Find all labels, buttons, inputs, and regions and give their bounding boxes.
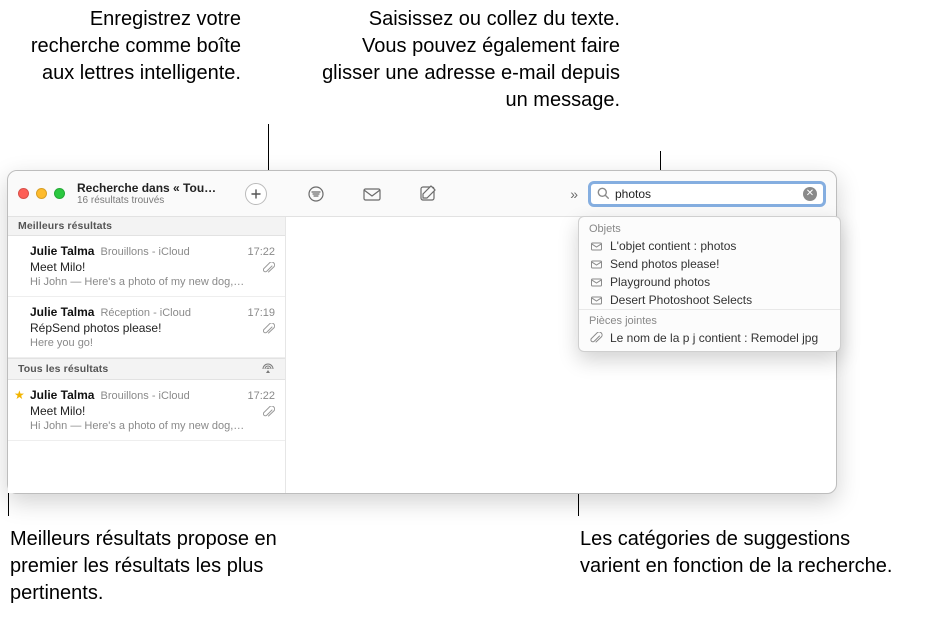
envelope-icon xyxy=(589,258,603,271)
minimize-icon[interactable] xyxy=(36,188,47,199)
overflow-icon[interactable]: » xyxy=(570,186,578,202)
subject-label: Meet Milo! xyxy=(30,404,275,418)
callout-categories: Les catégories de suggestions varient en… xyxy=(580,526,900,580)
zoom-icon[interactable] xyxy=(54,188,65,199)
search-icon xyxy=(597,187,610,200)
search-field[interactable]: ✕ xyxy=(588,181,826,207)
envelope-icon xyxy=(589,294,603,307)
filter-icon[interactable] xyxy=(305,183,327,205)
compose-icon[interactable] xyxy=(417,183,439,205)
star-icon: ★ xyxy=(14,388,25,402)
attachment-icon xyxy=(263,406,275,418)
results-list: Meilleurs résultats Julie Talma Brouillo… xyxy=(8,217,286,493)
envelope-icon[interactable] xyxy=(361,183,383,205)
titlebar: Recherche dans « Tou… 16 résultats trouv… xyxy=(8,171,836,217)
section-best-results: Meilleurs résultats xyxy=(8,217,285,236)
suggestion-label: Le nom de la p j contient : Remodel jpg xyxy=(610,331,818,345)
suggestion-item[interactable]: L'objet contient : photos xyxy=(579,237,840,255)
suggestions-section-attachments: Pièces jointes xyxy=(579,309,840,329)
traffic-lights[interactable] xyxy=(18,188,77,199)
suggestions-section-objects: Objets xyxy=(579,217,840,237)
paperclip-icon xyxy=(589,332,603,345)
search-input[interactable] xyxy=(615,187,803,201)
section-label: Tous les résultats xyxy=(18,363,108,375)
window-subtitle: 16 résultats trouvés xyxy=(77,195,237,206)
window-title: Recherche dans « Tou… xyxy=(77,181,237,195)
callout-smart-mailbox: Enregistrez votre recherche comme boîte … xyxy=(0,6,241,87)
source-label: Brouillons - iCloud xyxy=(100,390,189,402)
suggestion-label: Desert Photoshoot Selects xyxy=(610,293,752,307)
callout-top-hits: Meilleurs résultats propose en premier l… xyxy=(10,526,315,607)
close-icon[interactable] xyxy=(18,188,29,199)
suggestion-label: Playground photos xyxy=(610,275,710,289)
time-label: 17:22 xyxy=(247,390,275,402)
envelope-icon xyxy=(589,240,603,253)
message-row[interactable]: Julie Talma Brouillons - iCloud 17:22 Me… xyxy=(8,236,285,297)
sender-name: Julie Talma xyxy=(30,244,94,258)
envelope-icon xyxy=(589,276,603,289)
preview-label: Here you go! xyxy=(30,337,275,349)
subject-label: RépSend photos please! xyxy=(30,321,275,335)
message-row[interactable]: Julie Talma Réception - iCloud 17:19 Rép… xyxy=(8,297,285,358)
preview-label: Hi John — Here's a photo of my new dog,… xyxy=(30,276,275,288)
mail-window: Recherche dans « Tou… 16 résultats trouv… xyxy=(7,170,837,494)
clear-search-button[interactable]: ✕ xyxy=(803,187,817,201)
airplay-icon[interactable] xyxy=(261,362,275,376)
message-row[interactable]: ★ Julie Talma Brouillons - iCloud 17:22 … xyxy=(8,380,285,441)
save-smart-mailbox-button[interactable] xyxy=(245,183,267,205)
time-label: 17:19 xyxy=(247,307,275,319)
suggestion-item[interactable]: Send photos please! xyxy=(579,255,840,273)
sender-name: Julie Talma xyxy=(30,305,94,319)
suggestion-label: Send photos please! xyxy=(610,257,719,271)
section-all-results: Tous les résultats xyxy=(8,358,285,380)
sender-name: Julie Talma xyxy=(30,388,94,402)
source-label: Brouillons - iCloud xyxy=(100,246,189,258)
suggestion-item[interactable]: Playground photos xyxy=(579,273,840,291)
source-label: Réception - iCloud xyxy=(100,307,191,319)
time-label: 17:22 xyxy=(247,246,275,258)
section-label: Meilleurs résultats xyxy=(18,220,112,232)
attachment-icon xyxy=(263,323,275,335)
subject-label: Meet Milo! xyxy=(30,260,275,274)
suggestion-label: L'objet contient : photos xyxy=(610,239,736,253)
suggestion-item[interactable]: Le nom de la p j contient : Remodel jpg xyxy=(579,329,840,347)
attachment-icon xyxy=(263,262,275,274)
suggestion-item[interactable]: Desert Photoshoot Selects xyxy=(579,291,840,309)
callout-search-hint: Saisissez ou collez du texte. Vous pouve… xyxy=(300,6,620,114)
search-suggestions-popover: Objets L'objet contient : photos Send ph… xyxy=(578,216,841,352)
preview-label: Hi John — Here's a photo of my new dog,… xyxy=(30,420,275,432)
